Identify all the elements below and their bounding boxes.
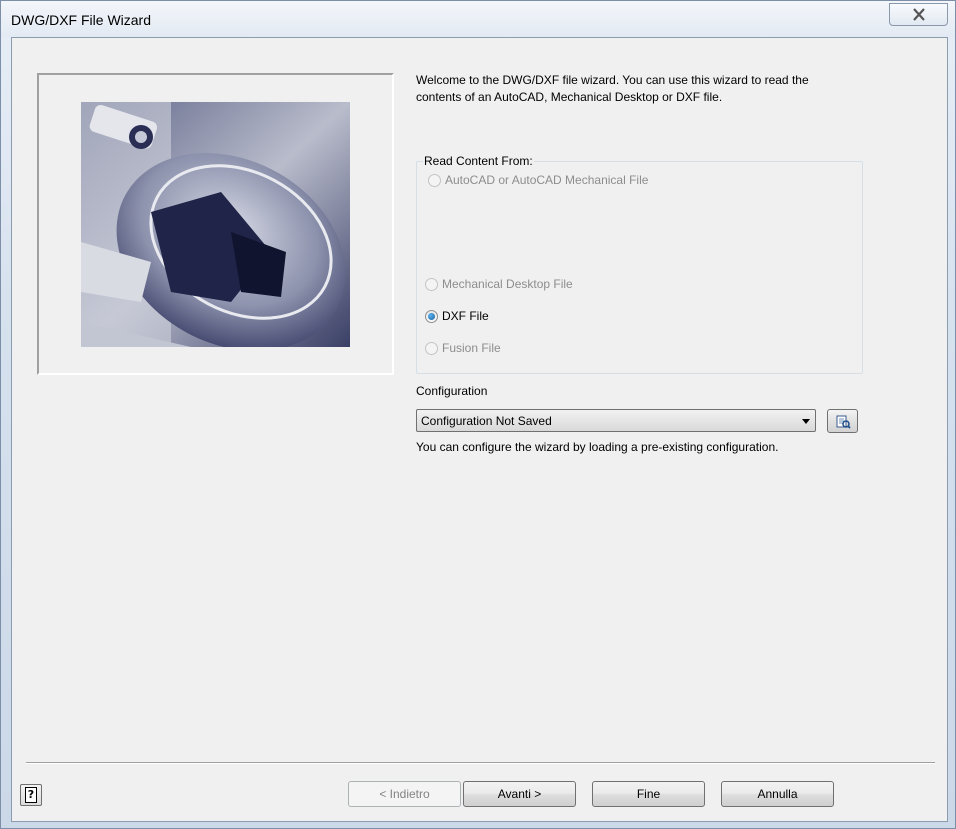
- wizard-picture: [81, 102, 350, 347]
- radio-dxf-label: DXF File: [442, 309, 489, 323]
- radio-autocad-button[interactable]: [428, 173, 441, 187]
- read-content-legend: Read Content From:: [423, 154, 534, 168]
- configuration-label: Configuration: [416, 384, 488, 398]
- window-title: DWG/DXF File Wizard: [11, 12, 151, 28]
- radio-mechanical-desktop[interactable]: Mechanical Desktop File: [425, 276, 573, 292]
- title-bar[interactable]: DWG/DXF File Wizard: [1, 1, 955, 37]
- configuration-dropdown[interactable]: Configuration Not Saved: [416, 409, 816, 432]
- radio-fusion[interactable]: Fusion File: [425, 340, 501, 356]
- wizard-picture-frame: [37, 73, 394, 375]
- finish-button[interactable]: Fine: [592, 781, 705, 807]
- close-button[interactable]: [889, 3, 948, 26]
- welcome-line-2: contents of an AutoCAD, Mechanical Deskt…: [416, 90, 723, 104]
- radio-mechanical-desktop-label: Mechanical Desktop File: [442, 277, 573, 291]
- welcome-text: Welcome to the DWG/DXF file wizard. You …: [416, 72, 856, 106]
- welcome-line-1: Welcome to the DWG/DXF file wizard. You …: [416, 73, 809, 87]
- radio-fusion-label: Fusion File: [442, 341, 501, 355]
- radio-autocad-label: AutoCAD or AutoCAD Mechanical File: [445, 173, 649, 187]
- next-button[interactable]: Avanti >: [463, 781, 576, 807]
- product-image: [81, 102, 350, 347]
- wizard-window: DWG/DXF File Wizard Welcome to the DWG/D…: [0, 0, 956, 829]
- radio-autocad[interactable]: AutoCAD or AutoCAD Mechanical File: [428, 172, 648, 188]
- back-button[interactable]: < Indietro: [348, 781, 461, 807]
- radio-dxf[interactable]: DXF File: [425, 308, 489, 324]
- wizard-body: Welcome to the DWG/DXF file wizard. You …: [11, 37, 948, 822]
- radio-mechanical-desktop-button[interactable]: [425, 277, 438, 291]
- open-config-icon: [836, 415, 851, 429]
- footer-separator: [26, 762, 935, 764]
- configuration-selected: Configuration Not Saved: [421, 414, 552, 428]
- radio-dxf-button[interactable]: [425, 309, 438, 323]
- load-configuration-button[interactable]: [827, 409, 858, 433]
- help-button[interactable]: ?: [20, 784, 42, 806]
- radio-fusion-button[interactable]: [425, 341, 438, 355]
- configuration-hint: You can configure the wizard by loading …: [416, 440, 779, 454]
- cancel-button[interactable]: Annulla: [721, 781, 834, 807]
- chevron-down-icon: [802, 419, 810, 424]
- close-icon: [913, 8, 925, 21]
- help-icon: ?: [25, 787, 37, 803]
